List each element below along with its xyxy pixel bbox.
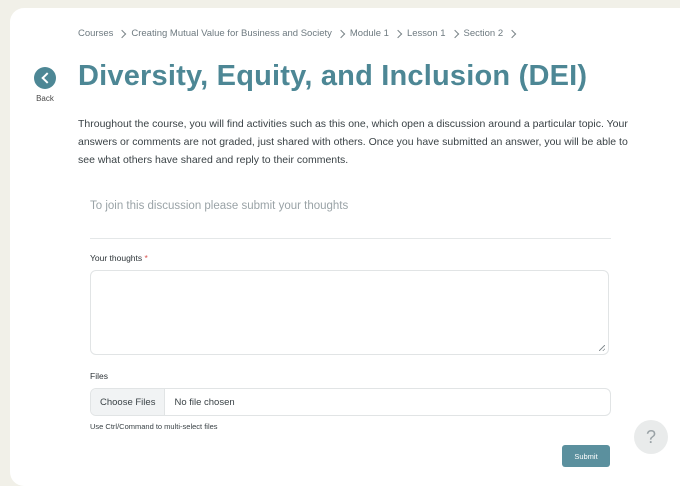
intro-text: Throughout the course, you will find act… (78, 118, 628, 166)
submit-button[interactable]: Submit (562, 445, 610, 467)
breadcrumb: Courses Creating Mutual Value for Busine… (78, 28, 521, 39)
chevron-right-icon (450, 29, 459, 38)
breadcrumb-courses[interactable]: Courses (78, 28, 113, 39)
breadcrumb-section[interactable]: Section 2 (464, 28, 504, 39)
back-button[interactable]: Back (34, 67, 56, 103)
required-mark: * (144, 253, 148, 263)
breadcrumb-course[interactable]: Creating Mutual Value for Business and S… (131, 28, 332, 39)
help-icon[interactable]: ? (646, 427, 656, 448)
page-title: Diversity, Equity, and Inclusion (DEI) (78, 60, 588, 92)
chevron-right-icon (507, 29, 517, 38)
choose-files-button[interactable]: Choose Files (91, 389, 166, 415)
resize-grip-icon[interactable] (599, 345, 605, 351)
back-label[interactable]: Back (34, 94, 56, 103)
breadcrumb-lesson[interactable]: Lesson 1 (407, 28, 446, 39)
file-input[interactable]: Choose Files No file chosen (90, 388, 611, 416)
chevron-right-icon (393, 29, 403, 38)
join-prompt: To join this discussion please submit yo… (90, 200, 349, 212)
divider (90, 238, 611, 239)
help-button[interactable]: ? (634, 420, 668, 454)
chevron-left-icon[interactable] (34, 67, 56, 89)
thoughts-label: Your thoughts * (90, 253, 148, 263)
thoughts-label-text: Your thoughts (90, 253, 143, 263)
thoughts-textarea[interactable] (90, 270, 609, 355)
multi-select-hint: Use Ctrl/Command to multi-select files (90, 422, 218, 431)
no-file-text: No file chosen (174, 396, 235, 408)
breadcrumb-module[interactable]: Module 1 (350, 28, 389, 39)
files-label: Files (90, 371, 108, 381)
chevron-right-icon (336, 29, 346, 38)
chevron-right-icon (118, 29, 127, 38)
